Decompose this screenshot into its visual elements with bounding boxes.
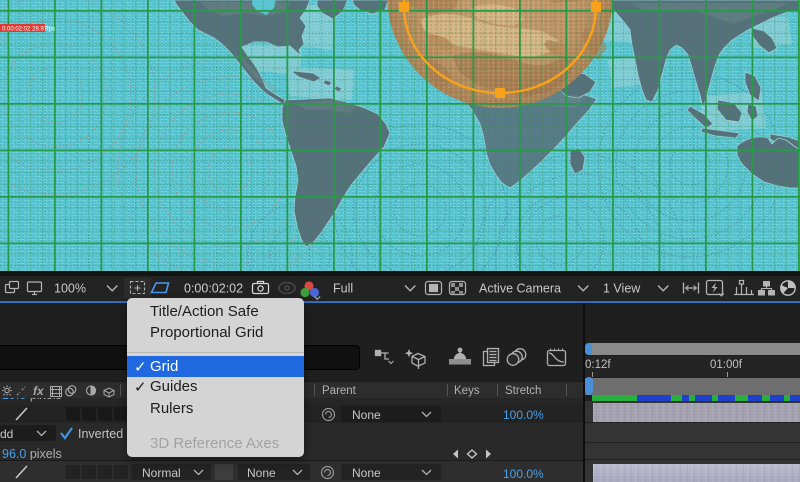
svg-text:100%: 100% — [54, 282, 86, 296]
svg-text:Active Camera: Active Camera — [479, 282, 561, 296]
svg-text:0:00:02:02: 0:00:02:02 — [184, 282, 243, 296]
svg-text:fx: fx — [33, 384, 45, 398]
svg-text:Full: Full — [333, 282, 353, 296]
svg-text:0:00:02:02 29.97fps: 0:00:02:02 29.97fps — [2, 27, 55, 33]
svg-text:1 View: 1 View — [603, 282, 641, 296]
